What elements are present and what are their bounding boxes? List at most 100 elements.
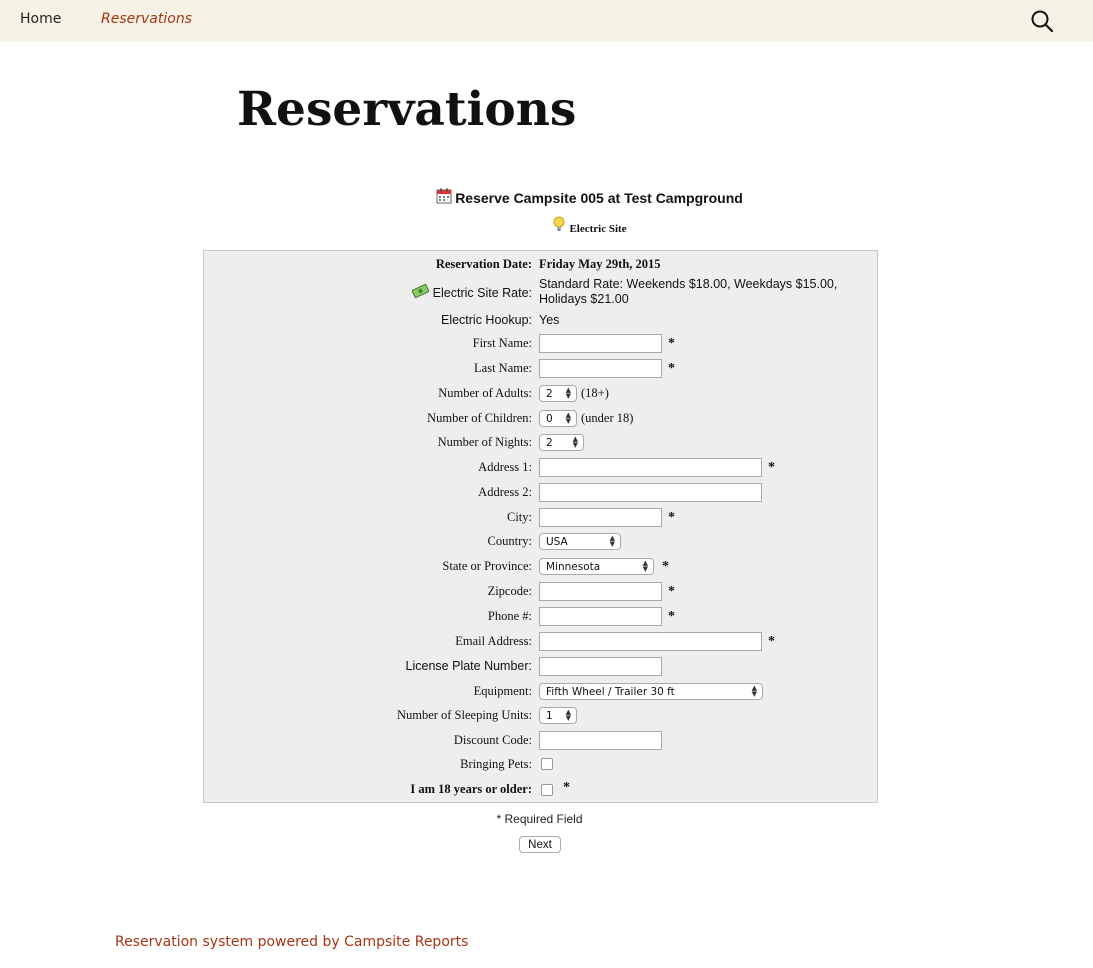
email-label: Email Address: — [455, 634, 532, 648]
footer-powered-by-link[interactable]: Reservation system powered by Campsite R… — [115, 934, 468, 950]
required-marker: * — [668, 583, 675, 599]
row-discount: Discount Code: — [204, 730, 877, 752]
last-name-label: Last Name: — [474, 361, 532, 375]
city-input[interactable] — [539, 508, 662, 527]
row-sleeping-units: Number of Sleeping Units: 1 ▲ ▼ — [204, 705, 877, 727]
children-select-value: 0 — [546, 412, 553, 425]
state-select-value: Minnesota — [546, 560, 601, 573]
row-email: Email Address: * — [204, 631, 877, 653]
address2-input[interactable] — [539, 483, 762, 502]
required-marker: * — [662, 558, 669, 574]
first-name-input[interactable] — [539, 334, 662, 353]
nights-select-value: 2 — [546, 436, 553, 449]
adults-select[interactable]: 2 ▲ ▼ — [539, 385, 577, 402]
children-label: Number of Children: — [427, 411, 532, 425]
adults-label: Number of Adults: — [438, 386, 532, 400]
license-input[interactable] — [539, 657, 662, 676]
required-marker: * — [768, 633, 775, 649]
children-hint: (under 18) — [581, 411, 634, 425]
equipment-select[interactable]: Fifth Wheel / Trailer 30 ft ▲ ▼ — [539, 683, 763, 700]
select-arrows-icon: ▲ ▼ — [751, 684, 757, 698]
top-nav: Home Reservations — [0, 0, 1093, 42]
select-arrows-icon: ▲ ▼ — [642, 559, 648, 573]
row-nights: Number of Nights: 2 ▲ ▼ — [204, 432, 877, 454]
discount-input[interactable] — [539, 731, 662, 750]
nav-reservations-link[interactable]: Reservations — [101, 11, 192, 27]
row-equipment: Equipment: Fifth Wheel / Trailer 30 ft ▲ ▼ — [204, 681, 877, 703]
required-marker: * — [668, 608, 675, 624]
required-marker: * — [563, 780, 570, 795]
site-rate-label: Electric Site Rate: — [432, 285, 532, 300]
sleeping-units-label: Number of Sleeping Units: — [396, 708, 532, 722]
country-select-value: USA — [546, 535, 568, 548]
equipment-label: Equipment: — [473, 684, 532, 698]
reservation-date-label: Reservation Date: — [435, 257, 532, 271]
country-label: Country: — [487, 534, 532, 548]
pets-checkbox[interactable] — [541, 758, 553, 770]
row-license: License Plate Number: — [204, 656, 877, 678]
reservation-form: Reservation Date: Friday May 29th, 2015 … — [203, 250, 878, 803]
row-hookup: Electric Hookup: Yes — [204, 310, 877, 332]
row-phone: Phone #: * — [204, 606, 877, 628]
row-adults: Number of Adults: 2 ▲ ▼ (18+) — [204, 383, 877, 405]
email-input[interactable] — [539, 632, 762, 651]
pets-label: Bringing Pets: — [460, 757, 532, 771]
children-select[interactable]: 0 ▲ ▼ — [539, 410, 577, 427]
country-select[interactable]: USA ▲ ▼ — [539, 533, 621, 550]
calendar-icon — [436, 188, 452, 207]
site-rate-value: Standard Rate: Weekends $18.00, Weekdays… — [539, 277, 837, 307]
zipcode-label: Zipcode: — [487, 584, 532, 598]
nights-select[interactable]: 2 ▲ ▼ — [539, 434, 584, 451]
site-rate-line1: Standard Rate: Weekends $18.00, Weekdays… — [539, 277, 838, 291]
sleeping-units-select[interactable]: 1 ▲ ▼ — [539, 707, 577, 724]
required-note-text: * Required Field — [496, 812, 583, 826]
row-first-name: First Name: * — [204, 333, 877, 355]
select-arrows-icon: ▲ ▼ — [565, 386, 571, 400]
page-title: Reservations — [237, 82, 577, 137]
hookup-value: Yes — [539, 313, 560, 327]
discount-label: Discount Code: — [453, 733, 532, 747]
required-marker: * — [768, 459, 775, 475]
form-heading: Reserve Campsite 005 at Test Campground — [0, 188, 1093, 207]
address1-input[interactable] — [539, 458, 762, 477]
select-arrows-icon: ▲ ▼ — [609, 534, 615, 548]
select-arrows-icon: ▲ ▼ — [572, 435, 578, 449]
search-icon[interactable] — [1030, 9, 1054, 33]
phone-label: Phone #: — [487, 609, 532, 623]
required-marker: * — [668, 335, 675, 351]
row-reservation-date: Reservation Date: Friday May 29th, 2015 — [204, 254, 877, 276]
nights-label: Number of Nights: — [437, 435, 532, 449]
required-marker: * — [668, 509, 675, 525]
phone-input[interactable] — [539, 607, 662, 626]
form-heading-text: Reserve Campsite 005 at Test Campground — [455, 189, 743, 206]
license-label: License Plate Number: — [405, 659, 532, 673]
select-arrows-icon: ▲ ▼ — [565, 411, 571, 425]
nav-home-link[interactable]: Home — [20, 11, 61, 27]
equipment-select-value: Fifth Wheel / Trailer 30 ft — [546, 685, 675, 698]
first-name-label: First Name: — [472, 336, 532, 350]
row-site-rate: Electric Site Rate: Standard Rate: Weeke… — [204, 275, 877, 309]
address1-label: Address 1: — [478, 460, 532, 474]
row-country: Country: USA ▲ ▼ — [204, 531, 877, 553]
city-label: City: — [506, 510, 532, 524]
hookup-label: Electric Hookup: — [440, 313, 532, 327]
money-icon — [411, 283, 430, 301]
site-rate-line2: Holidays $21.00 — [539, 292, 629, 306]
age-checkbox[interactable] — [541, 783, 553, 796]
row-children: Number of Children: 0 ▲ ▼ (under 18) — [204, 408, 877, 430]
last-name-input[interactable] — [539, 359, 662, 378]
sleeping-units-select-value: 1 — [546, 709, 553, 722]
site-type: Electric Site — [0, 216, 1093, 235]
row-pets: Bringing Pets: — [204, 754, 877, 776]
site-type-text: Electric Site — [569, 223, 627, 235]
row-state: State or Province: Minnesota ▲ ▼ * — [204, 556, 877, 578]
row-last-name: Last Name: * — [204, 358, 877, 380]
adults-select-value: 2 — [546, 387, 553, 400]
state-select[interactable]: Minnesota ▲ ▼ — [539, 558, 654, 575]
required-marker: * — [668, 360, 675, 376]
zipcode-input[interactable] — [539, 582, 662, 601]
adults-hint: (18+) — [581, 386, 609, 400]
required-note: * Required Field — [0, 812, 1093, 826]
row-address1: Address 1: * — [204, 457, 877, 479]
next-button[interactable]: Next — [519, 836, 561, 853]
